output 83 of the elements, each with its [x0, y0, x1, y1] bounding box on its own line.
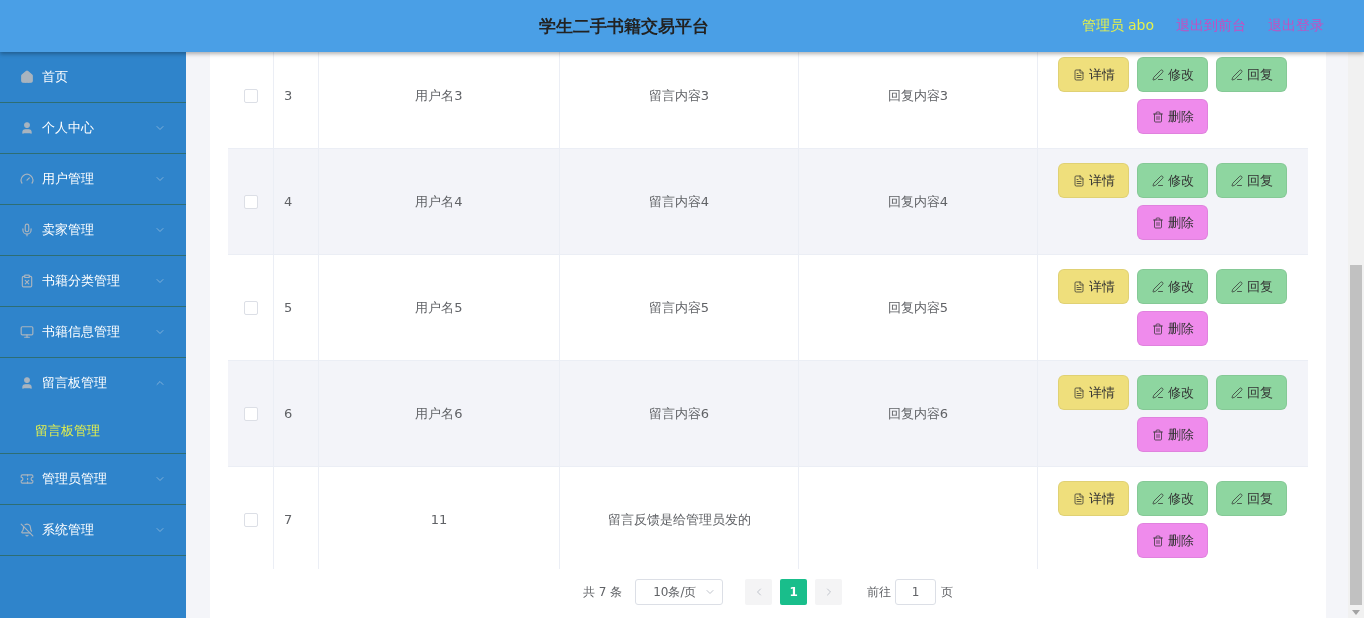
document-icon: [1072, 386, 1085, 399]
pencil-icon: [1151, 492, 1164, 505]
page-size-select[interactable]: 10条/页: [635, 579, 724, 605]
table-cell: 4: [284, 194, 293, 209]
document-icon: [1072, 68, 1085, 81]
delete-button[interactable]: 删除: [1137, 417, 1208, 452]
delete-button[interactable]: 删除: [1137, 99, 1208, 134]
document-icon: [1072, 174, 1085, 187]
table-cell: 留言内容4: [648, 192, 710, 211]
reply-button[interactable]: 回复: [1216, 375, 1287, 410]
delete-button[interactable]: 删除: [1137, 205, 1208, 240]
table-cell: 回复内容4: [887, 192, 949, 211]
monitor-icon: [20, 325, 34, 339]
goto-label: 前往: [867, 583, 892, 601]
gauge-icon: [20, 172, 34, 186]
trash-icon: [1151, 428, 1164, 441]
table-cell: 回复内容5: [887, 298, 949, 317]
table-cell: 用户名6: [415, 404, 463, 423]
edit-button[interactable]: 修改: [1137, 375, 1208, 410]
pencil-icon: [1230, 386, 1243, 399]
table-cell: 用户名5: [415, 298, 463, 317]
table-cell: 回复内容6: [887, 404, 949, 423]
reply-button[interactable]: 回复: [1216, 269, 1287, 304]
page-suffix: 页: [941, 583, 954, 601]
bell-off-icon: [20, 523, 34, 537]
detail-button[interactable]: 详情: [1058, 269, 1129, 304]
table-cell: 留言内容6: [648, 404, 710, 423]
ticket-icon: [20, 472, 34, 486]
clipboard-icon: [20, 274, 34, 288]
trash-icon: [1151, 534, 1164, 547]
pencil-icon: [1230, 492, 1243, 505]
table-cell: 留言内容3: [648, 86, 710, 105]
document-icon: [1072, 492, 1085, 505]
sidebar-item[interactable]: 留言板管理: [0, 358, 186, 408]
user-label: 管理员 abo: [1081, 17, 1154, 35]
reply-button[interactable]: 回复: [1216, 163, 1287, 198]
delete-button[interactable]: 删除: [1137, 523, 1208, 558]
table-cell: 11: [430, 512, 448, 527]
scrollbar-drawing[interactable]: [1348, 52, 1364, 618]
table-cell: 用户名4: [415, 192, 463, 211]
reply-button[interactable]: 回复: [1216, 481, 1287, 516]
delete-button[interactable]: 删除: [1137, 311, 1208, 346]
edit-button[interactable]: 修改: [1137, 57, 1208, 92]
pencil-icon: [1151, 174, 1164, 187]
person-icon: [20, 121, 34, 135]
microphone-icon: [20, 223, 34, 237]
app-title: 学生二手书籍交易平台: [537, 14, 710, 38]
total-count: 共 7 条: [582, 583, 623, 601]
table-cell: 留言反馈是给管理员发的: [607, 510, 751, 529]
detail-button[interactable]: 详情: [1058, 375, 1129, 410]
home-icon: [20, 70, 34, 84]
pencil-icon: [1230, 280, 1243, 293]
person-icon: [20, 376, 34, 390]
trash-icon: [1151, 322, 1164, 335]
edit-button[interactable]: 修改: [1137, 481, 1208, 516]
table-cell: 用户名3: [415, 86, 463, 105]
goto-page-input[interactable]: 1: [895, 579, 937, 605]
row-checkbox[interactable]: [243, 88, 258, 103]
table-cell: 留言内容5: [648, 298, 710, 317]
row-checkbox[interactable]: [243, 512, 258, 527]
table-cell: 7: [284, 512, 293, 527]
table-cell: 5: [284, 300, 293, 315]
sidebar-subitem[interactable]: 留言板管理: [0, 408, 186, 453]
trash-icon: [1151, 216, 1164, 229]
pencil-icon: [1151, 280, 1164, 293]
table-cell: 回复内容3: [887, 86, 949, 105]
row-checkbox[interactable]: [243, 300, 258, 315]
row-checkbox[interactable]: [243, 194, 258, 209]
trash-icon: [1151, 110, 1164, 123]
row-checkbox[interactable]: [243, 406, 258, 421]
detail-button[interactable]: 详情: [1058, 57, 1129, 92]
table-cell: 6: [284, 406, 293, 421]
table-cell: 3: [284, 88, 293, 103]
reply-button[interactable]: 回复: [1216, 57, 1287, 92]
pencil-icon: [1151, 68, 1164, 81]
pencil-icon: [1151, 386, 1164, 399]
pencil-icon: [1230, 68, 1243, 81]
detail-button[interactable]: 详情: [1058, 481, 1129, 516]
pencil-icon: [1230, 174, 1243, 187]
detail-button[interactable]: 详情: [1058, 163, 1129, 198]
edit-button[interactable]: 修改: [1137, 269, 1208, 304]
document-icon: [1072, 280, 1085, 293]
edit-button[interactable]: 修改: [1137, 163, 1208, 198]
